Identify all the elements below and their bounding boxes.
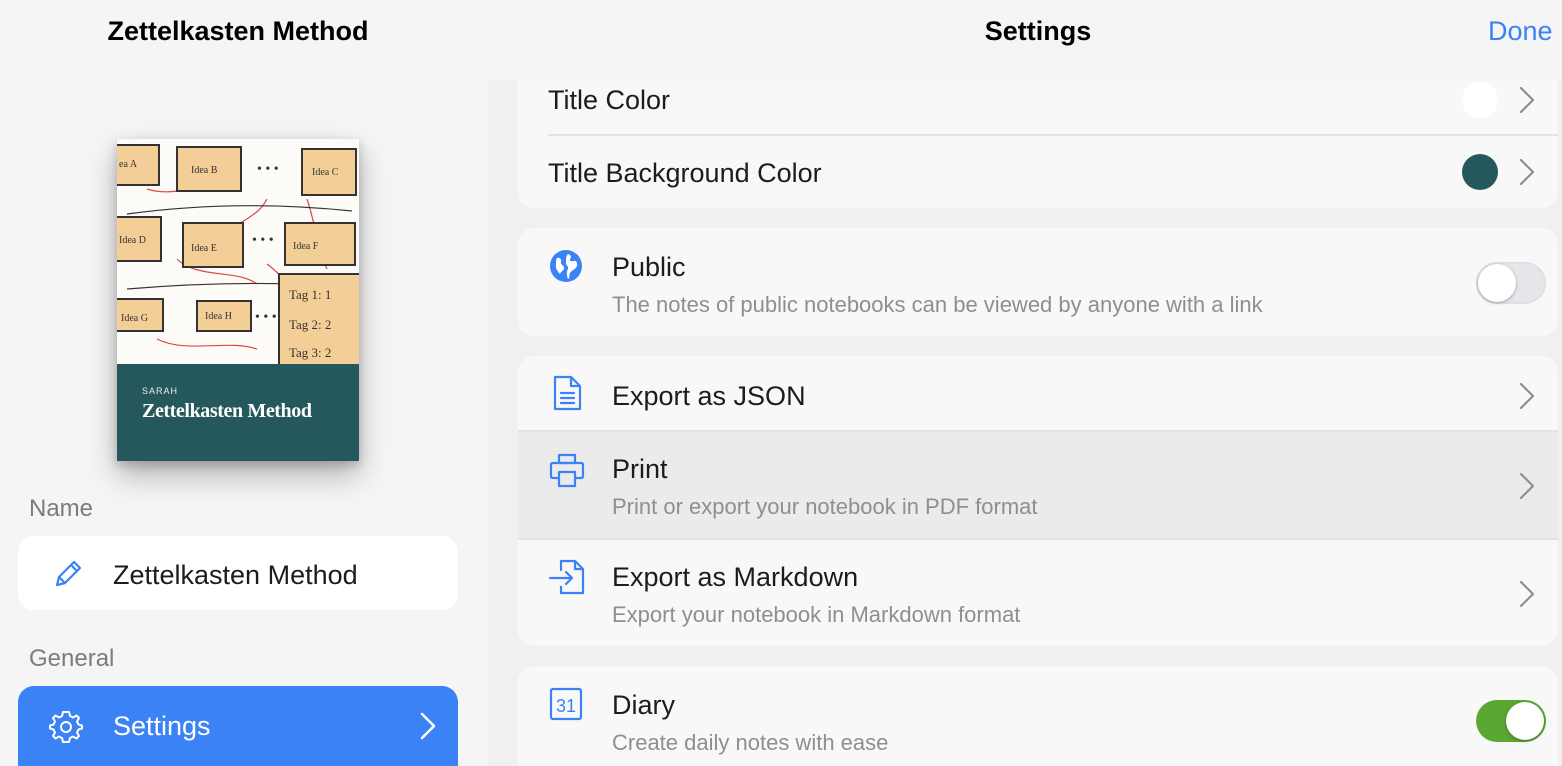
cover-sketch-image: ea A Idea B Idea C Idea D Idea E Idea F … xyxy=(117,139,359,364)
title-background-color-swatch xyxy=(1462,154,1498,190)
diary-row: 31 Diary Create daily notes with ease xyxy=(518,666,1558,766)
svg-text:Idea E: Idea E xyxy=(191,243,217,254)
public-row: Public The notes of public notebooks can… xyxy=(518,228,1558,336)
public-card: Public The notes of public notebooks can… xyxy=(518,228,1558,336)
settings-panel: Title Color Title Background Color Publi… xyxy=(488,0,1562,766)
cover-title-band: SARAH Zettelkasten Method xyxy=(117,364,359,461)
pencil-icon xyxy=(55,560,82,587)
chevron-right-icon xyxy=(1519,472,1535,500)
export-card: Export as JSON Print Print or export you… xyxy=(518,356,1558,646)
diary-description: Create daily notes with ease xyxy=(612,730,889,755)
chevron-right-icon xyxy=(420,712,436,740)
toggle-knob xyxy=(1478,264,1516,302)
diary-toggle[interactable] xyxy=(1476,700,1546,742)
public-toggle[interactable] xyxy=(1476,262,1546,304)
svg-text:Idea G: Idea G xyxy=(121,313,148,324)
svg-text:Idea F: Idea F xyxy=(293,241,319,252)
toggle-knob xyxy=(1506,702,1544,740)
export-markdown-label: Export as Markdown xyxy=(612,562,859,592)
svg-text:Idea H: Idea H xyxy=(205,311,232,322)
notebook-cover[interactable]: ea A Idea B Idea C Idea D Idea E Idea F … xyxy=(117,139,359,461)
page-title: Settings xyxy=(984,16,1092,46)
svg-text:ea A: ea A xyxy=(119,159,138,170)
export-json-row[interactable]: Export as JSON xyxy=(518,356,1558,430)
name-section-label: Name xyxy=(29,495,94,522)
public-description: The notes of public notebooks can be vie… xyxy=(612,292,1263,317)
print-label: Print xyxy=(612,454,668,484)
chevron-right-icon xyxy=(1519,382,1535,410)
done-button[interactable]: Done xyxy=(1488,16,1553,47)
print-row[interactable]: Print Print or export your notebook in P… xyxy=(518,432,1558,538)
notebook-name-value: Zettelkasten Method xyxy=(113,560,358,590)
calendar-icon: 31 xyxy=(549,687,583,721)
svg-text:Tag 2: 2: Tag 2: 2 xyxy=(289,317,331,332)
svg-text:• • •: • • • xyxy=(255,310,277,325)
chevron-right-icon xyxy=(1519,86,1535,114)
notebook-title: Zettelkasten Method xyxy=(107,16,369,46)
svg-text:Tag 3: 2: Tag 3: 2 xyxy=(289,345,331,360)
cover-title: Zettelkasten Method xyxy=(142,400,312,422)
notebook-sidebar: Zettelkasten Method ea A Idea B Idea C I… xyxy=(0,0,488,766)
svg-text:Idea B: Idea B xyxy=(191,165,218,176)
svg-text:• • •: • • • xyxy=(257,162,279,177)
export-markdown-description: Export your notebook in Markdown format xyxy=(612,602,1021,627)
gear-icon xyxy=(49,711,83,743)
sidebar-item-settings[interactable]: Settings xyxy=(18,686,458,766)
export-json-label: Export as JSON xyxy=(612,381,806,411)
export-markdown-row[interactable]: Export as Markdown Export your notebook … xyxy=(518,540,1558,646)
svg-text:Tag 1: 1: Tag 1: 1 xyxy=(289,287,331,302)
cover-author: SARAH xyxy=(142,386,179,396)
chevron-right-icon xyxy=(1519,158,1535,186)
svg-text:• • •: • • • xyxy=(252,233,274,248)
document-icon xyxy=(553,375,582,411)
title-background-color-row[interactable]: Title Background Color xyxy=(518,136,1558,208)
title-background-color-label: Title Background Color xyxy=(548,158,822,188)
sidebar-item-label: Settings xyxy=(113,711,211,741)
svg-text:Idea C: Idea C xyxy=(312,167,339,178)
calendar-day: 31 xyxy=(556,696,576,716)
globe-icon xyxy=(550,250,582,282)
title-color-label: Title Color xyxy=(548,85,671,115)
export-markdown-icon xyxy=(548,559,585,595)
settings-header: Settings Done xyxy=(488,0,1562,80)
general-section-label: General xyxy=(29,645,115,672)
chevron-right-icon xyxy=(1519,580,1535,608)
notebook-name-field[interactable]: Zettelkasten Method xyxy=(18,536,458,610)
printer-icon xyxy=(549,453,585,488)
print-description: Print or export your notebook in PDF for… xyxy=(612,494,1038,519)
public-label: Public xyxy=(612,252,686,282)
diary-card: 31 Diary Create daily notes with ease xyxy=(518,666,1558,766)
diary-label: Diary xyxy=(612,690,676,720)
svg-text:Idea D: Idea D xyxy=(119,235,146,246)
title-color-swatch xyxy=(1462,82,1498,118)
